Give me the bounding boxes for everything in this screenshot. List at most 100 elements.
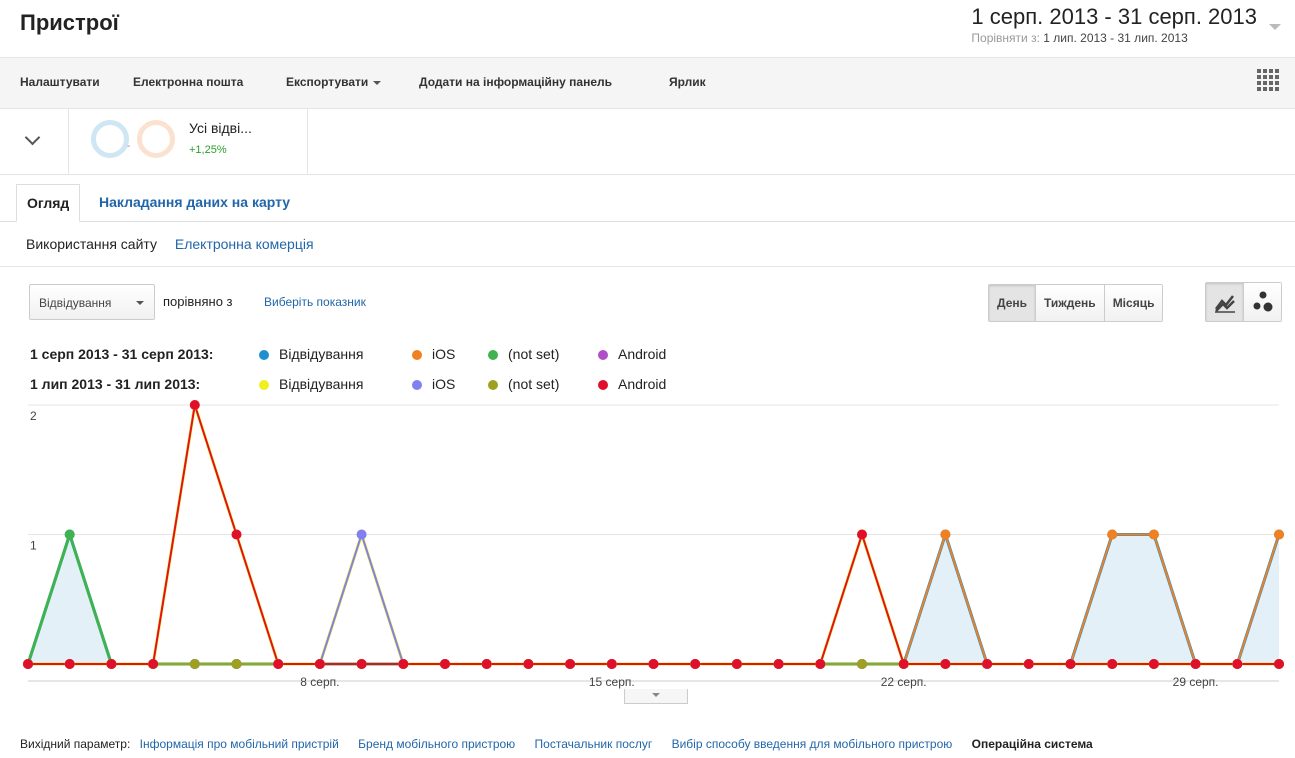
legend-row-label: 1 лип 2013 - 31 лип 2013: — [30, 376, 201, 392]
tab-overview[interactable]: Огляд — [16, 184, 81, 222]
segment-change: +1,25% — [189, 144, 227, 156]
subtab-ecommerce[interactable]: Електронна комерція — [175, 236, 314, 252]
date-range-dropdown-icon[interactable] — [1269, 24, 1281, 30]
add-to-dashboard-button[interactable]: Додати на інформаційну панель — [419, 75, 612, 89]
data-point — [523, 659, 534, 669]
data-point — [648, 659, 659, 669]
legend-item[interactable]: (not set) — [488, 346, 559, 362]
data-point — [106, 659, 117, 669]
dimension-link[interactable]: Вибір способу введення для мобільного пр… — [672, 737, 953, 751]
dimension-link[interactable]: Бренд мобільного пристрою — [358, 737, 515, 751]
customize-button[interactable]: Налаштувати — [20, 75, 100, 89]
compare-label: Порівняти з: — [971, 31, 1040, 45]
legend-item[interactable]: Відвідування — [259, 376, 363, 392]
report-tabs: Огляд Накладання даних на карту — [0, 184, 1295, 222]
legend-item[interactable]: (not set) — [488, 376, 559, 392]
chevron-down-icon — [24, 129, 41, 146]
legend-row-current: 1 серп 2013 - 31 серп 2013: Відвідування… — [30, 346, 666, 362]
export-button[interactable]: Експортувати — [286, 75, 382, 89]
pick-metric-link[interactable]: Виберіть показник — [264, 295, 366, 309]
data-point — [1274, 659, 1284, 669]
legend-dot — [412, 380, 422, 390]
x-tick-label: 22 серп. — [881, 675, 927, 689]
line-chart-button[interactable] — [1206, 283, 1244, 321]
data-point — [731, 659, 742, 669]
bubble-chart-icon — [1253, 291, 1273, 312]
data-point — [1148, 529, 1159, 540]
tab-map-overlay[interactable]: Накладання даних на карту — [89, 184, 300, 220]
legend-item[interactable]: iOS — [412, 346, 455, 362]
y-tick-label: 2 — [30, 409, 37, 423]
data-point — [356, 529, 367, 540]
data-point — [940, 659, 951, 669]
data-point — [1148, 659, 1159, 669]
data-point — [398, 659, 409, 669]
data-point — [64, 529, 75, 540]
month-button[interactable]: Місяць — [1104, 285, 1163, 321]
data-point — [773, 659, 784, 669]
day-button[interactable]: День — [989, 285, 1036, 321]
data-point — [314, 659, 325, 669]
date-range-compare: Порівняти з: 1 лип. 2013 - 31 лип. 2013 — [971, 31, 1257, 45]
data-point — [1065, 659, 1076, 669]
chevron-down-icon — [652, 693, 660, 697]
data-point — [189, 400, 200, 410]
data-point — [940, 529, 951, 540]
data-point — [898, 659, 909, 669]
report-toolbar: Налаштувати Електронна пошта Експортуват… — [0, 57, 1295, 109]
legend-row-previous: 1 лип 2013 - 31 лип 2013: Відвідування i… — [30, 376, 666, 392]
legend-item-label: Відвідування — [279, 346, 364, 362]
data-point — [1107, 529, 1118, 540]
shortcut-button[interactable]: Ярлик — [669, 75, 706, 89]
chevron-down-icon — [136, 301, 144, 305]
chart-collapse-handle[interactable] — [624, 689, 688, 704]
legend-dot — [488, 350, 498, 360]
segment-bar: - Усі відві... +1,25% — [0, 108, 1295, 175]
x-tick-label: 15 серп. — [589, 675, 635, 689]
line-chart-icon — [1215, 295, 1235, 313]
motion-chart-button[interactable] — [1244, 283, 1281, 321]
line-chart: 1 2 8 серп. 15 серп. 22 серп. 29 серп. — [23, 400, 1284, 689]
segment-compare-donut-icon — [137, 120, 175, 158]
legend-item[interactable]: iOS — [412, 376, 455, 392]
data-point — [606, 659, 617, 669]
legend-item-label: Відвідування — [279, 376, 364, 392]
data-point — [815, 659, 826, 669]
chevron-down-icon — [373, 80, 382, 85]
dimension-link[interactable]: Інформація про мобільний пристрій — [140, 737, 339, 751]
data-point — [857, 659, 867, 669]
date-range-main: 1 серп. 2013 - 31 серп. 2013 — [971, 4, 1257, 29]
data-point — [23, 659, 33, 669]
segment-toggle-button[interactable] — [0, 108, 69, 174]
legend-item[interactable]: Відвідування — [259, 346, 363, 362]
data-point — [231, 529, 242, 540]
data-point — [189, 659, 200, 669]
metric-select[interactable]: Відвідування — [29, 284, 155, 320]
apps-grid-icon[interactable] — [1257, 69, 1279, 91]
metric-select-label: Відвідування — [39, 296, 112, 310]
data-point — [982, 659, 993, 669]
legend-dot — [488, 380, 498, 390]
segment-card[interactable]: - Усі відві... +1,25% — [69, 108, 308, 174]
dimension-bar: Вихідний параметр: Інформація про мобіль… — [20, 737, 1093, 751]
data-point — [481, 659, 492, 669]
subtab-site-usage[interactable]: Використання сайту — [26, 236, 157, 252]
segment-donut-icon — [91, 120, 129, 158]
email-button[interactable]: Електронна пошта — [133, 75, 243, 89]
week-button[interactable]: Тиждень — [1036, 285, 1105, 321]
dimension-link[interactable]: Постачальник послуг — [535, 737, 653, 751]
legend-item[interactable]: Android — [598, 376, 666, 392]
legend-item-label: (not set) — [508, 376, 560, 392]
data-point — [1107, 659, 1118, 669]
segment-dash: - — [127, 141, 131, 152]
segment-name: Усі відві... — [189, 120, 252, 136]
divider — [0, 266, 1295, 267]
legend-item[interactable]: Android — [598, 346, 666, 362]
data-point — [690, 659, 701, 669]
chart-type-group — [1205, 282, 1282, 322]
date-range-picker[interactable]: 1 серп. 2013 - 31 серп. 2013 Порівняти з… — [971, 4, 1257, 45]
x-tick-label: 8 серп. — [300, 675, 339, 689]
data-point — [231, 659, 242, 669]
legend-item-label: iOS — [432, 376, 456, 392]
data-point — [273, 659, 284, 669]
